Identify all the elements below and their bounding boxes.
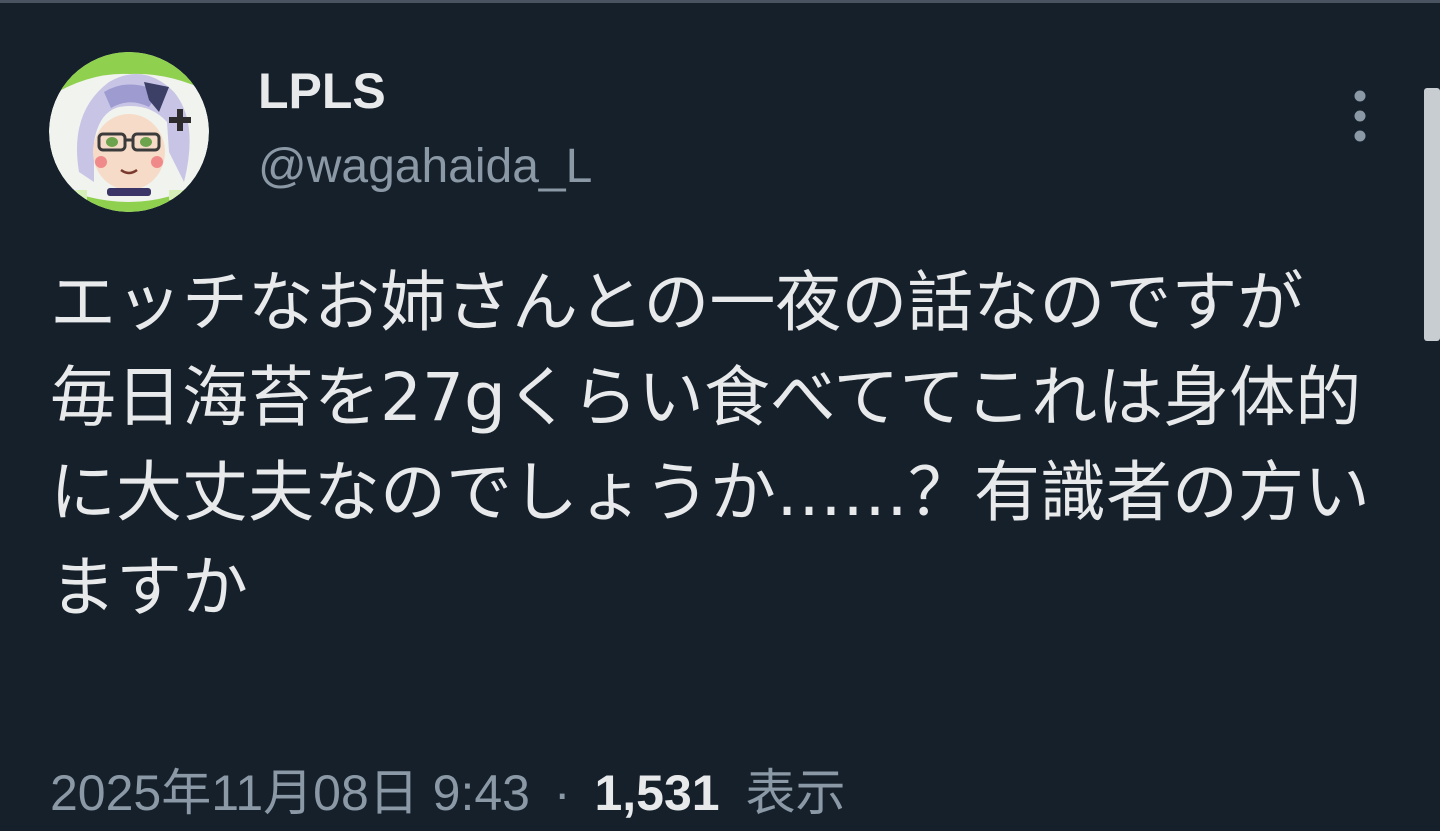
more-vertical-icon [1354,90,1366,142]
tweet-text: エッチなお姉さんとの一夜の話なのですが 毎日海苔を27gくらい食べててこれは身体… [50,264,1370,626]
views-label: 表示 [745,765,846,821]
author-display-name[interactable]: LPLS [258,58,386,124]
anime-character-avatar-icon [49,52,209,212]
author-handle[interactable]: @wagahaida_L [258,134,592,200]
top-divider [0,0,1440,3]
more-options-button[interactable] [1335,84,1385,148]
views-count[interactable]: 1,531 [594,765,719,821]
tweet-meta: 2025年11月08日 9:43 · 1,531 表示 [50,758,845,828]
scrollbar-thumb[interactable] [1424,88,1440,341]
author-avatar[interactable] [49,52,209,212]
meta-separator: · [553,765,571,821]
tweet-timestamp[interactable]: 2025年11月08日 9:43 [50,765,530,821]
